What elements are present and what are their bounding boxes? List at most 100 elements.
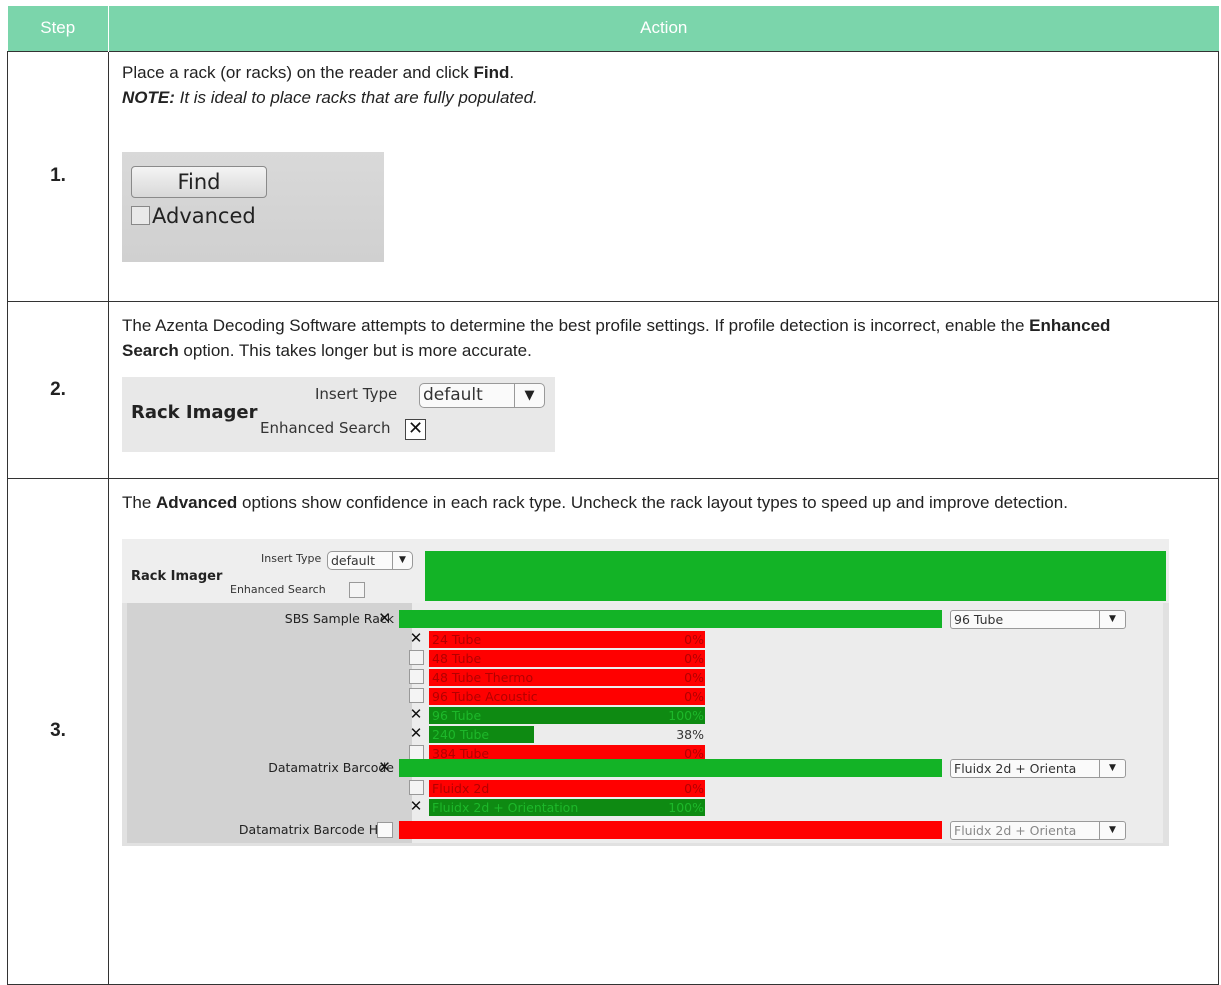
datamatrix-h12-select[interactable]: Fluidx 2d + Orienta ▼ — [950, 820, 1126, 840]
rack-imager-title: Rack Imager — [131, 401, 258, 423]
enhanced-search-checkbox[interactable] — [349, 581, 365, 598]
insert-type-value: default — [423, 385, 483, 405]
rack-type-percent: 0% — [684, 688, 704, 704]
rack-type-checkbox[interactable] — [409, 687, 424, 703]
insert-type-label: Insert Type — [261, 551, 322, 565]
insert-type-select[interactable]: default ▼ — [327, 550, 413, 570]
rack-type-percent: 0% — [684, 780, 704, 796]
rack-type-confidence: Fluidx 2d 0% — [429, 779, 705, 797]
advanced-label: Advanced — [152, 203, 256, 228]
rack-type-checkbox[interactable] — [409, 779, 424, 795]
step-text: The Advanced options show confidence in … — [122, 490, 1212, 515]
header-step: Step — [7, 6, 109, 51]
rack-type-label: Fluidx 2d + Orientation — [432, 799, 579, 815]
rack-type-label: 96 Tube Acoustic — [432, 688, 538, 704]
rack-type-confidence: 24 Tube 0% — [429, 630, 705, 648]
text-bold: Find — [473, 62, 510, 82]
step-number: 2. — [7, 300, 109, 479]
enhanced-search-label: Enhanced Search — [230, 582, 326, 596]
rack-type-confidence: 96 Tube Acoustic 0% — [429, 687, 705, 705]
enhanced-search-label: Enhanced Search — [260, 418, 391, 437]
rack-type-percent: 100% — [668, 799, 704, 815]
note-label: NOTE: — [122, 87, 175, 107]
table-row: 3. The Advanced options show confidence … — [7, 477, 1219, 985]
rack-imager-title: Rack Imager — [131, 568, 223, 584]
advanced-row: Advanced — [131, 201, 256, 231]
check-x-icon: ✕ — [407, 418, 424, 439]
note-text: It is ideal to place racks that are full… — [174, 87, 538, 107]
step-number: 1. — [7, 50, 109, 302]
steps-table: Step Action 1. Place a rack (or racks) o… — [7, 6, 1219, 985]
text-part: options show confidence in each rack typ… — [237, 492, 1068, 512]
rack-type-checkbox[interactable] — [409, 744, 424, 760]
datamatrix-h12-label: Datamatrix Barcode H12 — [238, 821, 394, 837]
advanced-checkbox[interactable] — [131, 206, 150, 225]
check-x-icon: ✕ — [409, 705, 423, 723]
sbs-confidence-bar — [399, 609, 942, 628]
rack-type-confidence: Fluidx 2d + Orientation 100% — [429, 798, 705, 816]
text-part: The Azenta Decoding Software attempts to… — [122, 315, 1030, 335]
text-part: option. This takes longer but is more ac… — [178, 340, 532, 360]
table-row: 1. Place a rack (or racks) on the reader… — [7, 50, 1219, 302]
rack-type-percent: 0% — [684, 669, 704, 685]
rack-type-checkbox[interactable]: ✕ — [408, 707, 424, 723]
rack-type-label: 24 Tube — [432, 631, 482, 647]
rack-type-checkbox[interactable]: ✕ — [408, 726, 424, 742]
text-part: The — [122, 492, 157, 512]
datamatrix-h12-value: Fluidx 2d + Orienta — [954, 822, 1077, 838]
step-text: The Azenta Decoding Software attempts to… — [122, 313, 1162, 363]
rack-type-label: 240 Tube — [432, 726, 490, 742]
chevron-down-icon: ▼ — [1099, 610, 1125, 628]
rack-type-checkbox[interactable]: ✕ — [408, 799, 424, 815]
table-row: 2. The Azenta Decoding Software attempts… — [7, 300, 1219, 479]
check-x-icon: ✕ — [409, 629, 423, 647]
enhanced-search-checkbox[interactable]: ✕ — [405, 418, 426, 440]
datamatrix-type-value: Fluidx 2d + Orienta — [954, 760, 1077, 776]
rack-type-percent: 38% — [676, 726, 704, 742]
advanced-options-screenshot: Rack Imager Insert Type default ▼ Enhanc… — [122, 538, 1169, 846]
find-button[interactable]: Find — [131, 165, 267, 198]
check-x-icon: ✕ — [378, 757, 391, 776]
step-action: Place a rack (or racks) on the reader an… — [108, 50, 1219, 302]
rack-type-confidence: 48 Tube Thermo 0% — [429, 668, 705, 686]
datamatrix-barcode-checkbox[interactable]: ✕ — [376, 759, 393, 776]
insert-type-label: Insert Type — [315, 384, 398, 403]
chevron-down-icon: ▼ — [1099, 821, 1125, 839]
rack-type-percent: 0% — [684, 650, 704, 666]
rack-type-percent: 0% — [684, 631, 704, 647]
overall-confidence-bar — [425, 550, 1166, 601]
chevron-down-icon: ▼ — [514, 383, 544, 407]
rack-type-confidence: 240 Tube 38% — [429, 725, 705, 743]
enhanced-search-screenshot: Rack Imager Insert Type default ▼ Enhanc… — [122, 376, 555, 452]
rack-type-percent: 100% — [668, 707, 704, 723]
insert-type-select[interactable]: default ▼ — [419, 382, 545, 408]
sbs-rack-type-select[interactable]: 96 Tube ▼ — [950, 609, 1126, 629]
rack-type-checkbox[interactable] — [409, 668, 424, 684]
chevron-down-icon: ▼ — [1099, 759, 1125, 777]
rack-type-label: 48 Tube — [432, 650, 482, 666]
rack-type-checkbox[interactable]: ✕ — [408, 631, 424, 647]
text-bold: Advanced — [156, 492, 238, 512]
check-x-icon: ✕ — [378, 608, 391, 627]
note: NOTE: It is ideal to place racks that ar… — [122, 85, 1218, 110]
header-action: Action — [108, 6, 1219, 51]
rack-type-label: 48 Tube Thermo — [432, 669, 534, 685]
insert-type-value: default — [331, 552, 375, 568]
step-text: Place a rack (or racks) on the reader an… — [122, 60, 1218, 85]
chevron-down-icon: ▼ — [392, 551, 412, 569]
step-action: The Advanced options show confidence in … — [108, 477, 1219, 985]
rack-type-checkbox[interactable] — [409, 649, 424, 665]
rack-type-confidence: 48 Tube 0% — [429, 649, 705, 667]
rack-type-label: Fluidx 2d — [432, 780, 490, 796]
datamatrix-type-select[interactable]: Fluidx 2d + Orienta ▼ — [950, 758, 1126, 778]
text-part: . — [509, 62, 515, 82]
datamatrix-confidence-bar — [399, 758, 942, 777]
find-screenshot: Find Advanced — [122, 151, 384, 262]
step-action: The Azenta Decoding Software attempts to… — [108, 300, 1219, 479]
datamatrix-h12-confidence-bar — [399, 820, 942, 839]
datamatrix-h12-checkbox[interactable] — [377, 821, 393, 838]
sbs-sample-rack-checkbox[interactable]: ✕ — [376, 610, 393, 627]
check-x-icon: ✕ — [409, 724, 423, 742]
text-part: Place a rack (or racks) on the reader an… — [122, 62, 474, 82]
rack-type-label: 96 Tube — [432, 707, 482, 723]
